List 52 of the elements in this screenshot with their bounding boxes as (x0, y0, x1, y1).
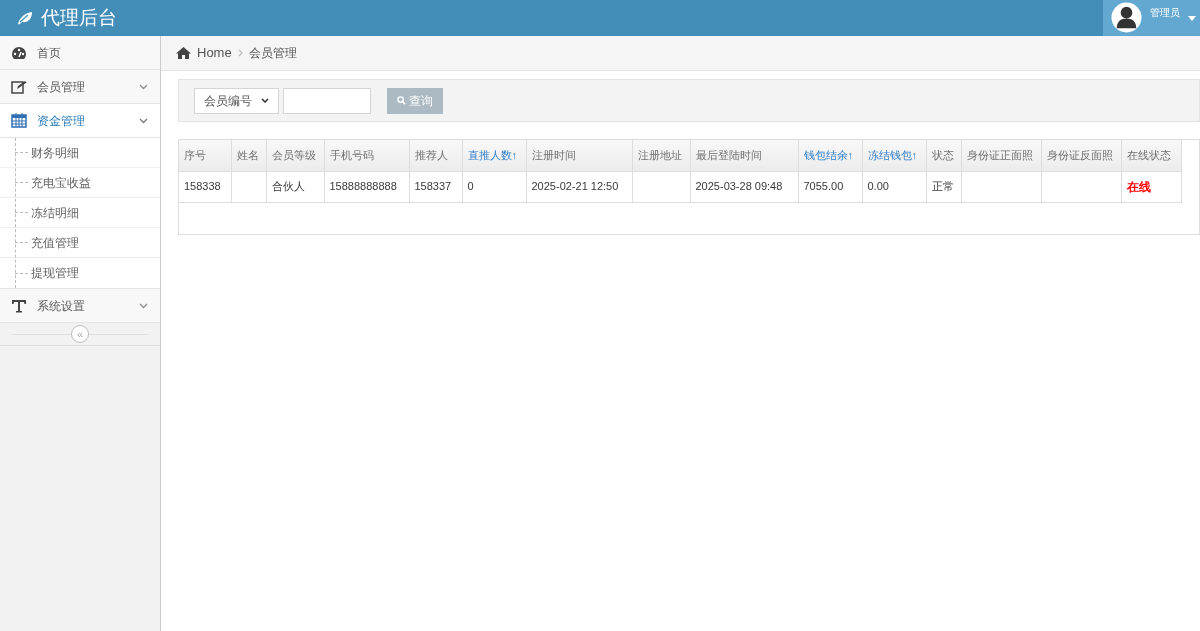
table-cell: 0.00 (867, 180, 889, 193)
column-header[interactable]: 冻结钱包↑ (862, 140, 926, 171)
column-header[interactable]: 钱包结余↑ (798, 140, 862, 171)
table-cell: 2025-02-21 12:50 (531, 180, 619, 193)
submenu-item[interactable]: 充值管理 (31, 233, 79, 252)
column-header: 会员等级 (266, 140, 324, 171)
chevron-icon (237, 49, 243, 57)
menu-item[interactable]: 系统设置 (0, 289, 160, 323)
submenu-item[interactable]: 冻结明细 (31, 203, 79, 222)
breadcrumb-link[interactable]: 会员管理 (248, 44, 297, 62)
edit-icon (11, 79, 27, 94)
column-header: 状态 (926, 140, 961, 171)
submenu-item[interactable]: 充电宝收益 (31, 173, 91, 192)
menu-item[interactable]: 资金管理 (0, 104, 160, 138)
table-cell: 在线 (1126, 179, 1151, 194)
table-cell: 15888888888 (329, 180, 397, 193)
submenu-item[interactable]: 提现管理 (31, 264, 79, 282)
dashboard-icon (11, 45, 27, 60)
search-input[interactable] (283, 87, 371, 114)
column-header: 手机号码 (324, 140, 409, 171)
search-icon (397, 96, 406, 105)
text-icon (11, 298, 27, 313)
breadcrumb-link[interactable]: Home (197, 43, 232, 63)
table-cell: 158337 (414, 180, 452, 193)
column-header: 注册地址 (632, 140, 690, 171)
calendar-icon (11, 113, 27, 128)
column-header: 身份证正面照 (961, 140, 1041, 171)
app-title: 代理后台 (41, 5, 117, 30)
table-cell: 0 (467, 180, 474, 193)
submenu-item[interactable]: 财务明细 (31, 143, 79, 162)
menu-item[interactable]: 会员管理 (0, 70, 160, 104)
column-header: 姓名 (231, 140, 266, 171)
table-cell: 正常 (931, 180, 954, 193)
column-header: 最后登陆时间 (690, 140, 798, 171)
table-cell: 158338 (184, 180, 221, 193)
column-header: 身份证反面照 (1041, 140, 1121, 171)
table-cell: 7055.00 (803, 180, 844, 193)
column-header: 序号 (179, 140, 231, 171)
chevron-icon (261, 98, 269, 103)
table-cell: 合伙人 (271, 180, 305, 193)
menu-item[interactable]: 首页 (0, 36, 160, 70)
column-header: 推荐人 (409, 140, 462, 171)
leaf-icon (17, 11, 33, 25)
user-name: 管理员 (1150, 6, 1180, 20)
column-header: 注册时间 (526, 140, 632, 171)
column-header[interactable]: 直推人数↑ (462, 140, 526, 171)
home-icon (176, 47, 191, 59)
field-select[interactable]: 会员编号 (194, 87, 279, 114)
table-cell: 2025-03-28 09:48 (695, 180, 783, 193)
column-header: 在线状态 (1121, 140, 1181, 171)
avatar-icon (1111, 2, 1142, 33)
caret-icon (1188, 16, 1196, 21)
